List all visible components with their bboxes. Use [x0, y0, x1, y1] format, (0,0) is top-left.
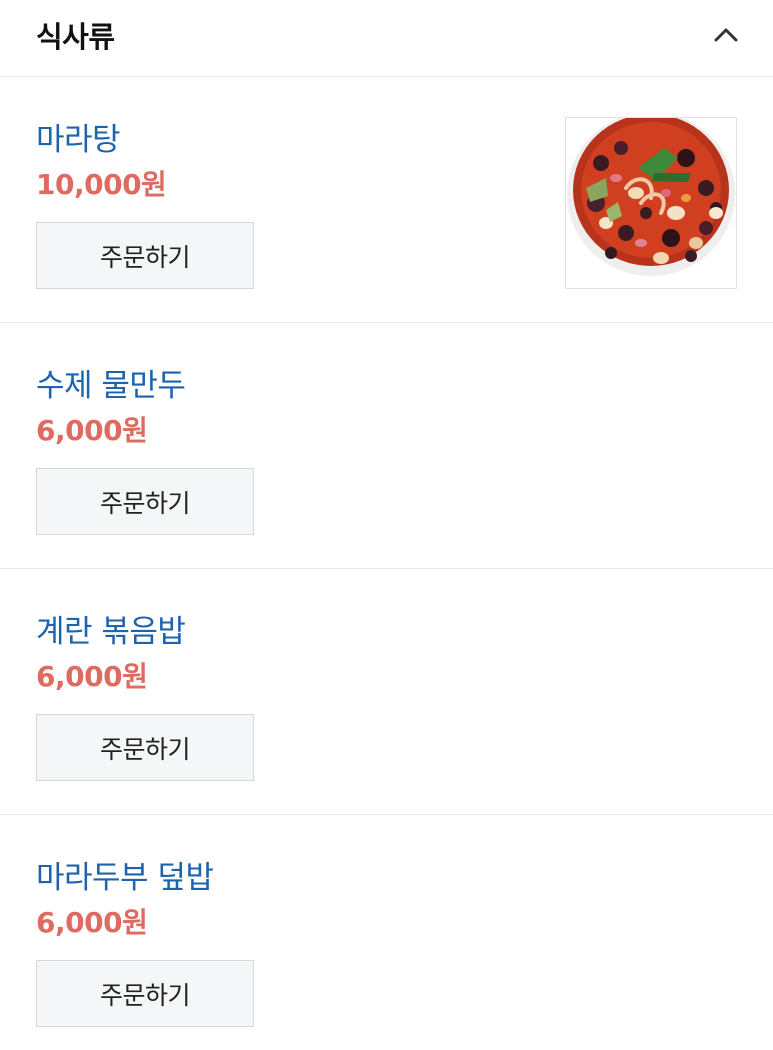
chevron-up-icon[interactable] — [711, 20, 741, 50]
item-price: 10,000원 — [36, 168, 167, 201]
item-name[interactable]: 마라두부 덮밥 — [36, 852, 214, 897]
order-button[interactable]: 주문하기 — [36, 714, 254, 781]
menu-item[interactable]: 마라두부 덮밥 6,000원 주문하기 — [0, 815, 773, 1050]
item-image[interactable] — [565, 117, 737, 289]
item-price: 6,000원 — [36, 906, 148, 939]
menu-item[interactable]: 수제 물만두 6,000원 주문하기 — [0, 323, 773, 569]
item-price: 6,000원 — [36, 414, 148, 447]
section-title: 식사류 — [36, 20, 115, 54]
order-button[interactable]: 주문하기 — [36, 960, 254, 1027]
order-button[interactable]: 주문하기 — [36, 468, 254, 535]
item-name[interactable]: 수제 물만두 — [36, 360, 186, 405]
item-name[interactable]: 계란 볶음밥 — [36, 606, 186, 651]
item-price: 6,000원 — [36, 660, 148, 693]
menu-item[interactable]: 마라탕 10,000원 주문하기 — [0, 77, 773, 323]
item-name[interactable]: 마라탕 — [36, 114, 121, 159]
order-button[interactable]: 주문하기 — [36, 222, 254, 289]
malatang-photo — [566, 118, 736, 288]
menu-item[interactable]: 계란 볶음밥 6,000원 주문하기 — [0, 569, 773, 815]
section-header[interactable]: 식사류 — [0, 0, 773, 77]
